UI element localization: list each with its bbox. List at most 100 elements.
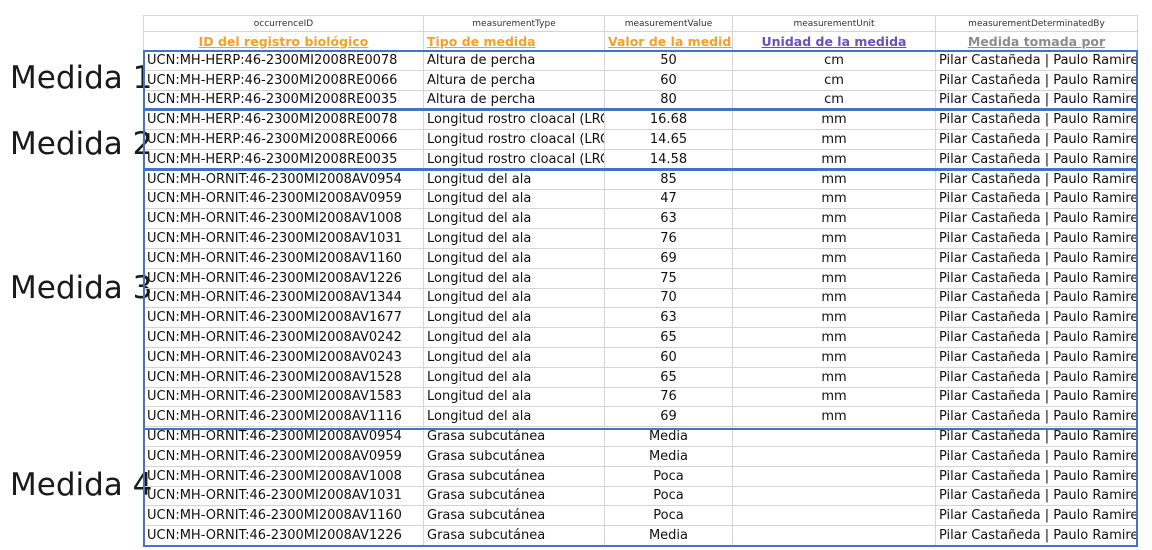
cell-measurement-value[interactable]: 85	[604, 168, 733, 190]
cell-measurement-value[interactable]: 75	[604, 267, 733, 289]
cell-occurrence-id[interactable]: UCN:MH-HERP:46-2300MI2008RE0066	[143, 129, 424, 150]
cell-measurement-unit[interactable]: mm	[732, 129, 936, 150]
cell-determinated-by[interactable]: Pilar Castañeda | Paulo Ramirez	[935, 445, 1138, 467]
cell-measurement-value[interactable]: Media	[604, 445, 733, 467]
cell-measurement-type[interactable]: Longitud del ala	[423, 287, 605, 309]
cell-determinated-by[interactable]: Pilar Castañeda | Paulo Ramirez	[935, 208, 1138, 230]
cell-occurrence-id[interactable]: UCN:MH-ORNIT:46-2300MI2008AV1031	[143, 228, 424, 249]
cell-occurrence-id[interactable]: UCN:MH-ORNIT:46-2300MI2008AV1160	[143, 505, 424, 527]
cell-measurement-unit[interactable]: mm	[732, 168, 936, 190]
cell-measurement-unit[interactable]: mm	[732, 247, 936, 269]
cell-measurement-value[interactable]: 70	[604, 287, 733, 309]
field-measurement-type[interactable]: measurementType	[423, 15, 605, 32]
cell-determinated-by[interactable]: Pilar Castañeda | Paulo Ramirez	[935, 485, 1138, 507]
cell-occurrence-id[interactable]: UCN:MH-ORNIT:46-2300MI2008AV1008	[143, 465, 424, 487]
cell-measurement-type[interactable]: Grasa subcutánea	[423, 485, 605, 507]
cell-determinated-by[interactable]: Pilar Castañeda | Paulo Ramirez	[935, 69, 1138, 91]
cell-measurement-unit[interactable]: cm	[732, 89, 936, 111]
cell-measurement-type[interactable]: Grasa subcutánea	[423, 445, 605, 467]
cell-measurement-unit[interactable]: mm	[732, 346, 936, 368]
cell-measurement-value[interactable]: 60	[604, 69, 733, 91]
cell-measurement-type[interactable]: Altura de percha	[423, 69, 605, 91]
cell-measurement-unit[interactable]	[732, 426, 936, 447]
cell-measurement-unit[interactable]	[732, 505, 936, 527]
cell-determinated-by[interactable]: Pilar Castañeda | Paulo Ramirez	[935, 109, 1138, 131]
cell-determinated-by[interactable]: Pilar Castañeda | Paulo Ramirez	[935, 168, 1138, 190]
cell-measurement-value[interactable]: 65	[604, 327, 733, 348]
cell-occurrence-id[interactable]: UCN:MH-ORNIT:46-2300MI2008AV1583	[143, 386, 424, 408]
cell-measurement-value[interactable]: 63	[604, 307, 733, 329]
cell-measurement-type[interactable]: Longitud del ala	[423, 267, 605, 289]
cell-determinated-by[interactable]: Pilar Castañeda | Paulo Ramirez	[935, 188, 1138, 210]
field-measurement-unit[interactable]: measurementUnit	[732, 15, 936, 32]
label-id-registro[interactable]: ID del registro biológico	[143, 31, 424, 51]
cell-determinated-by[interactable]: Pilar Castañeda | Paulo Ramirez	[935, 50, 1138, 71]
cell-measurement-type[interactable]: Longitud del ala	[423, 188, 605, 210]
cell-measurement-value[interactable]: 80	[604, 89, 733, 111]
cell-measurement-type[interactable]: Longitud del ala	[423, 247, 605, 269]
cell-measurement-unit[interactable]	[732, 525, 936, 546]
cell-measurement-value[interactable]: 69	[604, 247, 733, 269]
cell-measurement-unit[interactable]	[732, 445, 936, 467]
cell-measurement-unit[interactable]: mm	[732, 188, 936, 210]
cell-occurrence-id[interactable]: UCN:MH-ORNIT:46-2300MI2008AV0243	[143, 346, 424, 368]
cell-measurement-type[interactable]: Longitud del ala	[423, 386, 605, 408]
cell-occurrence-id[interactable]: UCN:MH-ORNIT:46-2300MI2008AV1344	[143, 287, 424, 309]
field-measurement-determinated-by[interactable]: measurementDeterminatedBy	[935, 15, 1138, 32]
cell-measurement-unit[interactable]: mm	[732, 287, 936, 309]
cell-measurement-unit[interactable]: mm	[732, 307, 936, 329]
label-valor-medida[interactable]: Valor de la medida	[604, 31, 733, 51]
cell-occurrence-id[interactable]: UCN:MH-ORNIT:46-2300MI2008AV0959	[143, 188, 424, 210]
label-medida-tomada-por[interactable]: Medida tomada por	[935, 31, 1138, 51]
cell-occurrence-id[interactable]: UCN:MH-ORNIT:46-2300MI2008AV1677	[143, 307, 424, 329]
cell-measurement-unit[interactable]: cm	[732, 50, 936, 71]
cell-measurement-value[interactable]: 69	[604, 406, 733, 428]
cell-determinated-by[interactable]: Pilar Castañeda | Paulo Ramirez	[935, 267, 1138, 289]
field-measurement-value[interactable]: measurementValue	[604, 15, 733, 32]
cell-determinated-by[interactable]: Pilar Castañeda | Paulo Ramirez	[935, 366, 1138, 388]
cell-determinated-by[interactable]: Pilar Castañeda | Paulo Ramirez	[935, 287, 1138, 309]
cell-measurement-value[interactable]: 76	[604, 386, 733, 408]
cell-measurement-unit[interactable]: mm	[732, 406, 936, 428]
cell-measurement-unit[interactable]: mm	[732, 208, 936, 230]
label-tipo-medida[interactable]: Tipo de medida	[423, 31, 605, 51]
cell-determinated-by[interactable]: Pilar Castañeda | Paulo Ramirez	[935, 426, 1138, 447]
cell-measurement-type[interactable]: Longitud del ala	[423, 406, 605, 428]
cell-measurement-value[interactable]: Media	[604, 525, 733, 546]
cell-measurement-type[interactable]: Longitud del ala	[423, 327, 605, 348]
cell-occurrence-id[interactable]: UCN:MH-HERP:46-2300MI2008RE0078	[143, 109, 424, 131]
cell-determinated-by[interactable]: Pilar Castañeda | Paulo Ramirez	[935, 327, 1138, 348]
cell-measurement-type[interactable]: Grasa subcutánea	[423, 505, 605, 527]
cell-measurement-type[interactable]: Longitud del ala	[423, 366, 605, 388]
cell-determinated-by[interactable]: Pilar Castañeda | Paulo Ramirez	[935, 346, 1138, 368]
cell-determinated-by[interactable]: Pilar Castañeda | Paulo Ramirez	[935, 247, 1138, 269]
cell-occurrence-id[interactable]: UCN:MH-ORNIT:46-2300MI2008AV0954	[143, 168, 424, 190]
cell-measurement-type[interactable]: Grasa subcutánea	[423, 426, 605, 447]
cell-measurement-value[interactable]: 60	[604, 346, 733, 368]
cell-measurement-unit[interactable]	[732, 485, 936, 507]
cell-measurement-value[interactable]: Poca	[604, 505, 733, 527]
cell-determinated-by[interactable]: Pilar Castañeda | Paulo Ramirez	[935, 148, 1138, 170]
cell-measurement-value[interactable]: Poca	[604, 485, 733, 507]
cell-occurrence-id[interactable]: UCN:MH-HERP:46-2300MI2008RE0078	[143, 50, 424, 71]
cell-measurement-unit[interactable]: mm	[732, 386, 936, 408]
cell-measurement-type[interactable]: Longitud del ala	[423, 346, 605, 368]
cell-measurement-type[interactable]: Altura de percha	[423, 50, 605, 71]
cell-occurrence-id[interactable]: UCN:MH-ORNIT:46-2300MI2008AV1031	[143, 485, 424, 507]
cell-measurement-value[interactable]: 47	[604, 188, 733, 210]
cell-measurement-value[interactable]: Poca	[604, 465, 733, 487]
cell-occurrence-id[interactable]: UCN:MH-HERP:46-2300MI2008RE0035	[143, 148, 424, 170]
cell-measurement-value[interactable]: 76	[604, 228, 733, 249]
cell-measurement-unit[interactable]: mm	[732, 228, 936, 249]
cell-measurement-unit[interactable]: mm	[732, 267, 936, 289]
cell-measurement-type[interactable]: Longitud rostro cloacal (LRC)	[423, 109, 605, 131]
cell-determinated-by[interactable]: Pilar Castañeda | Paulo Ramirez	[935, 465, 1138, 487]
cell-determinated-by[interactable]: Pilar Castañeda | Paulo Ramirez	[935, 386, 1138, 408]
cell-measurement-unit[interactable]: mm	[732, 109, 936, 131]
cell-measurement-value[interactable]: 50	[604, 50, 733, 71]
cell-determinated-by[interactable]: Pilar Castañeda | Paulo Ramirez	[935, 129, 1138, 150]
cell-determinated-by[interactable]: Pilar Castañeda | Paulo Ramirez	[935, 228, 1138, 249]
cell-measurement-type[interactable]: Longitud rostro cloacal (LRC)	[423, 129, 605, 150]
cell-measurement-unit[interactable]: mm	[732, 327, 936, 348]
cell-occurrence-id[interactable]: UCN:MH-ORNIT:46-2300MI2008AV1160	[143, 247, 424, 269]
